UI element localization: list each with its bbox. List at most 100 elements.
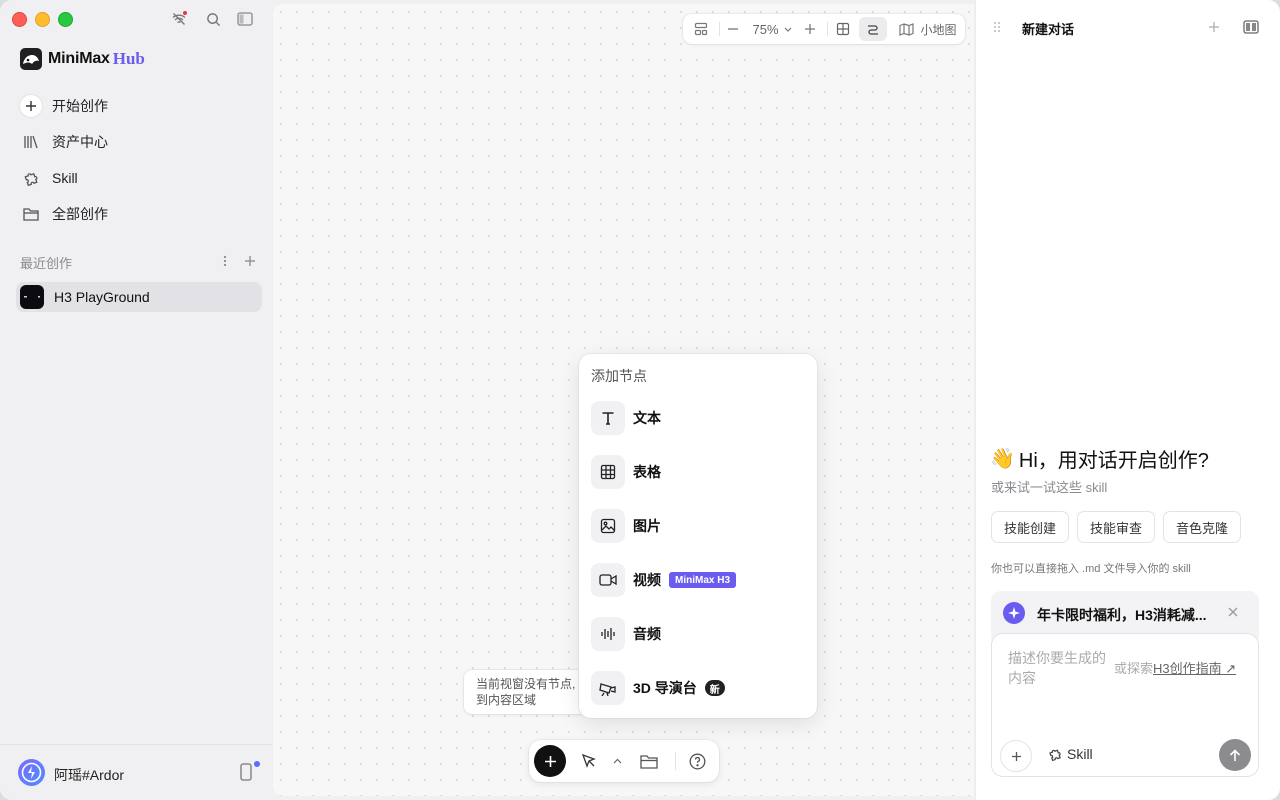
toolbar-divider	[675, 752, 676, 770]
chat-input-placeholder[interactable]: 描述你要生成的内容	[1008, 648, 1108, 688]
explore-guide: 或探索H3创作指南 ↗	[1114, 658, 1236, 677]
empty-viewport-hint: 当前视窗没有节点, 到内容区域	[464, 670, 594, 714]
recent-item-h3-playground[interactable]: H3 PlayGround	[16, 282, 262, 312]
node-label: 3D 导演台	[633, 680, 697, 696]
node-label: 视频	[633, 572, 661, 588]
app-logo[interactable]: MiniMax Hub	[20, 48, 145, 70]
explore-prefix: 或探索	[1114, 661, 1154, 676]
arrow-up-icon	[1229, 748, 1241, 761]
connector-style-icon[interactable]	[859, 17, 887, 41]
minimap-label: 小地图	[920, 22, 957, 37]
table-icon	[591, 455, 625, 489]
recent-item-label: H3 PlayGround	[54, 289, 150, 305]
node-label: 文本	[633, 410, 661, 426]
puzzle-icon	[1049, 749, 1061, 761]
new-chat-icon[interactable]	[1205, 18, 1223, 36]
chevron-up-icon[interactable]	[608, 751, 626, 771]
zoom-level-select[interactable]: 75%	[747, 17, 797, 41]
notification-dot	[254, 761, 260, 767]
nav-start-creating[interactable]: 开始创作	[20, 94, 108, 118]
add-node-menu: 添加节点 文本 表格 图片 视频 MiniMax H3 音频 3D 导演台 新	[579, 354, 817, 718]
brand-suffix: Hub	[112, 49, 145, 68]
toolbar-divider	[827, 22, 828, 36]
nav-all-creations[interactable]: 全部创作	[20, 202, 108, 226]
close-icon[interactable]	[1227, 605, 1243, 621]
panel-layout-icon[interactable]	[1242, 18, 1260, 36]
sidebar-toggle-icon[interactable]	[236, 10, 254, 28]
panel-title: 新建对话	[1022, 22, 1075, 37]
mobile-device-icon[interactable]	[240, 763, 256, 783]
node-label: 表格	[633, 464, 661, 480]
zoom-window-button[interactable]	[58, 12, 73, 27]
empty-hint-line: 当前视窗没有节点,	[476, 677, 576, 691]
sidebar: MiniMax Hub 开始创作 资产中心 Skill 全部创作 最近创作 H3…	[0, 0, 272, 800]
avatar[interactable]	[18, 759, 45, 786]
send-button[interactable]	[1219, 739, 1251, 771]
help-icon[interactable]	[687, 751, 707, 771]
greeting: 👋 Hi，用对话开启创作?	[990, 444, 1209, 473]
minimap-toggle[interactable]: 小地图	[895, 17, 961, 41]
add-node-image[interactable]: 图片	[591, 509, 661, 543]
nav-skill[interactable]: Skill	[20, 166, 78, 190]
layout-icon[interactable]	[689, 17, 713, 41]
plus-icon	[20, 95, 42, 117]
canvas-toolbar: 75% 小地图	[683, 14, 965, 44]
audio-icon	[591, 617, 625, 651]
attach-button[interactable]	[1000, 740, 1032, 772]
nav-asset-center[interactable]: 资产中心	[20, 130, 108, 154]
plus-icon	[1011, 751, 1021, 761]
user-row: 阿瑶#Ardor	[0, 744, 272, 800]
promo-banner[interactable]: 年卡限时福利，H3消耗减...	[991, 591, 1259, 639]
add-node-menu-title: 添加节点	[591, 368, 647, 384]
toolbar-divider	[719, 22, 720, 36]
close-window-button[interactable]	[12, 12, 27, 27]
add-node-button[interactable]	[534, 745, 566, 777]
library-icon	[20, 131, 42, 153]
wifi-off-icon[interactable]	[170, 10, 188, 28]
chevron-down-icon	[784, 27, 791, 32]
camera-3d-icon	[591, 671, 625, 705]
grid-icon[interactable]	[831, 17, 855, 41]
empty-hint-line: 到内容区域	[476, 693, 537, 707]
zoom-out-icon[interactable]	[723, 17, 743, 41]
node-label: 音频	[633, 626, 661, 642]
skill-button-review[interactable]: 技能审查	[1077, 511, 1155, 543]
add-recent-icon[interactable]	[241, 252, 259, 270]
map-icon	[899, 22, 915, 36]
project-thumbnail	[20, 285, 44, 309]
nav-label: Skill	[52, 170, 78, 186]
greeting-text: Hi，用对话开启创作?	[1018, 450, 1209, 472]
search-icon[interactable]	[204, 10, 222, 28]
select-cursor-icon[interactable]	[579, 751, 599, 771]
minimize-window-button[interactable]	[35, 12, 50, 27]
add-node-text[interactable]: 文本	[591, 401, 661, 435]
more-vertical-icon[interactable]	[216, 252, 234, 270]
chat-input-box[interactable]: 描述你要生成的内容 或探索H3创作指南 ↗ Skill	[991, 633, 1259, 777]
nav-label: 开始创作	[52, 98, 108, 114]
wave-emoji: 👋	[990, 448, 1015, 470]
text-icon	[591, 401, 625, 435]
drag-handle-icon[interactable]	[988, 18, 1006, 36]
sub-greeting: 或来试一试这些 skill	[991, 480, 1108, 495]
video-icon	[591, 563, 625, 597]
recent-section-title: 最近创作	[20, 256, 73, 271]
explore-guide-link[interactable]: H3创作指南 ↗	[1153, 661, 1236, 676]
skill-button-voice-clone[interactable]: 音色克隆	[1163, 511, 1241, 543]
zoom-in-icon[interactable]	[800, 17, 820, 41]
nav-label: 资产中心	[52, 134, 108, 150]
add-node-table[interactable]: 表格	[591, 455, 661, 489]
add-node-video[interactable]: 视频 MiniMax H3	[591, 563, 737, 597]
folder-icon	[20, 203, 42, 225]
image-icon	[591, 509, 625, 543]
zoom-level: 75%	[752, 21, 779, 37]
plus-icon	[544, 755, 556, 767]
brand-name: MiniMax	[48, 50, 110, 67]
canvas-bottom-bar	[529, 740, 719, 782]
skill-selector[interactable]: Skill	[1048, 746, 1093, 762]
add-node-audio[interactable]: 音频	[591, 617, 661, 651]
user-name[interactable]: 阿瑶#Ardor	[54, 765, 124, 785]
add-node-3d-director[interactable]: 3D 导演台 新	[591, 671, 725, 705]
logo-mark-icon	[20, 48, 42, 70]
folder-open-icon[interactable]	[639, 751, 659, 771]
skill-button-create[interactable]: 技能创建	[991, 511, 1069, 543]
